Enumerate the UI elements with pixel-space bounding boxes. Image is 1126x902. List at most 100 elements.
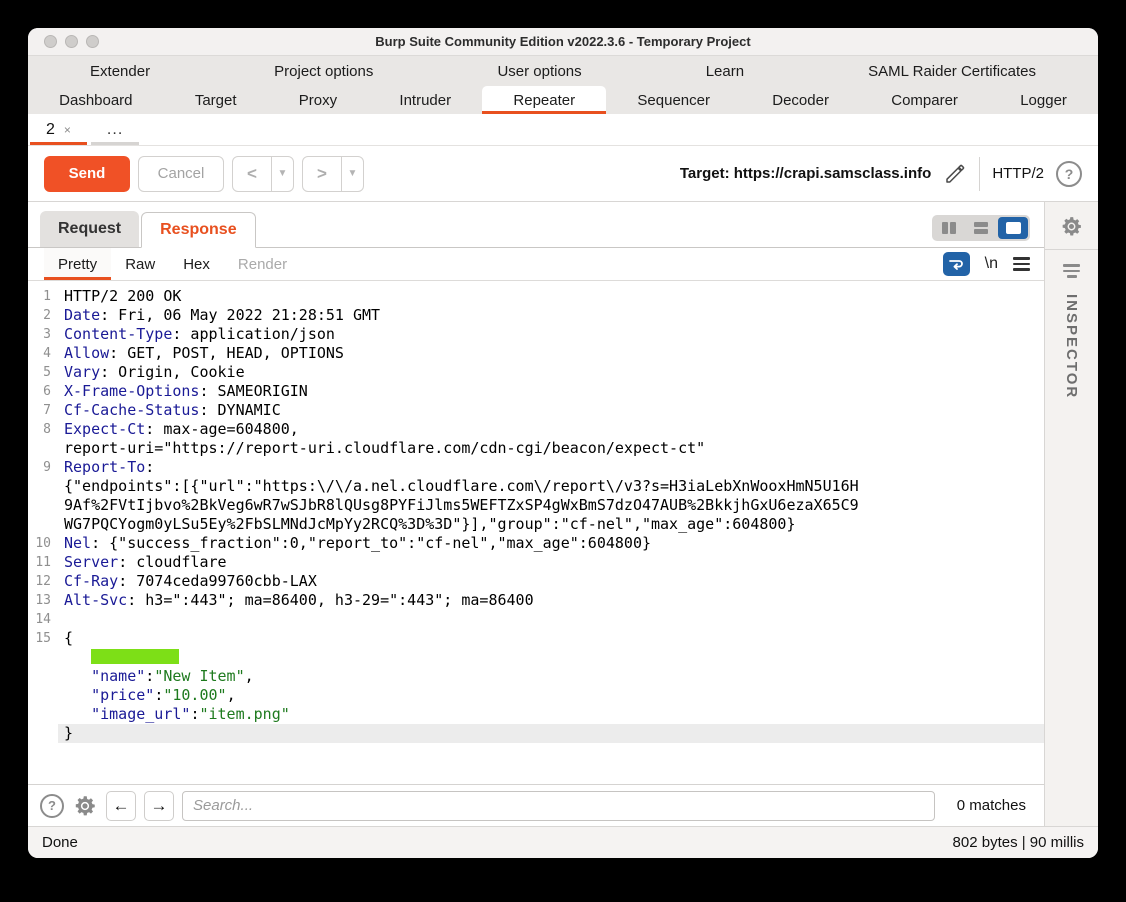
inspector-label[interactable]: INSPECTOR	[1063, 294, 1080, 399]
line-text: Allow: GET, POST, HEAD, OPTIONS	[64, 344, 344, 362]
new-session-tab[interactable]: ...	[89, 114, 141, 145]
editor-line[interactable]: 8 Expect-Ct: max-age=604800,	[28, 420, 1044, 439]
tab-learn[interactable]: Learn	[644, 56, 806, 86]
editor-line[interactable]: 6 X-Frame-Options: SAMEORIGIN	[28, 382, 1044, 401]
line-number: 1	[43, 289, 51, 304]
show-newlines-toggle[interactable]: \n	[985, 255, 998, 273]
line-number: 11	[35, 555, 51, 570]
view-tab-hex[interactable]: Hex	[169, 248, 224, 280]
back-icon[interactable]: <	[233, 157, 271, 191]
editor-line[interactable]: 14	[28, 610, 1044, 629]
editor-line[interactable]: 1 HTTP/2 200 OK	[28, 287, 1044, 306]
tab-user-options[interactable]: User options	[435, 56, 643, 86]
line-number	[28, 496, 58, 515]
layout-rows-button[interactable]	[966, 217, 996, 239]
tab-project-options[interactable]: Project options	[212, 56, 435, 86]
editor-line[interactable]	[28, 648, 1044, 667]
line-number: 4	[43, 346, 51, 361]
inspector-settings-gear-icon[interactable]	[1059, 214, 1084, 239]
editor-line[interactable]: 9 Report-To:	[28, 458, 1044, 477]
editor-menu-icon[interactable]	[1013, 257, 1030, 271]
editor-line[interactable]: }	[28, 724, 1044, 743]
line-text: }	[58, 724, 1044, 743]
send-button[interactable]: Send	[44, 155, 130, 192]
line-text: Server: cloudflare	[64, 553, 227, 571]
line-text: Nel: {"success_fraction":0,"report_to":"…	[64, 534, 652, 552]
editor-line[interactable]: 12 Cf-Ray: 7074ceda99760cbb-LAX	[28, 572, 1044, 591]
tab-decoder[interactable]: Decoder	[741, 86, 860, 114]
word-wrap-toggle-icon[interactable]	[942, 252, 970, 276]
tab-logger[interactable]: Logger	[989, 86, 1098, 114]
view-tab-render[interactable]: Render	[224, 248, 301, 280]
line-number: 8	[43, 422, 51, 437]
zoom-window-icon[interactable]	[86, 35, 99, 48]
tab-request[interactable]: Request	[40, 211, 140, 247]
previous-match-button[interactable]: ←	[106, 790, 136, 821]
editor-line[interactable]: {"endpoints":[{"url":"https:\/\/a.nel.cl…	[28, 477, 1044, 496]
help-icon[interactable]: ?	[1056, 160, 1082, 187]
layout-columns-button[interactable]	[934, 217, 964, 239]
editor-line[interactable]: 3 Content-Type: application/json	[28, 325, 1044, 344]
edit-target-pencil-icon[interactable]	[943, 162, 967, 186]
forward-dropdown-icon[interactable]: ▼	[341, 156, 363, 191]
line-text: X-Frame-Options: SAMEORIGIN	[64, 382, 308, 400]
tab-response[interactable]: Response	[141, 212, 256, 248]
view-tab-raw[interactable]: Raw	[111, 248, 169, 280]
history-forward-button[interactable]: > ▼	[302, 155, 364, 192]
session-tab-label: 2	[46, 120, 55, 138]
tab-sequencer[interactable]: Sequencer	[606, 86, 741, 114]
next-match-button[interactable]: →	[144, 790, 174, 821]
more-tabs-label: ...	[106, 120, 124, 138]
search-settings-gear-icon[interactable]	[72, 793, 98, 819]
line-number: 5	[43, 365, 51, 380]
editor-line[interactable]: 11 Server: cloudflare	[28, 553, 1044, 572]
cancel-button[interactable]: Cancel	[138, 155, 224, 192]
editor-line[interactable]: 2 Date: Fri, 06 May 2022 21:28:51 GMT	[28, 306, 1044, 325]
editor-line[interactable]: report-uri="https://report-uri.cloudflar…	[28, 439, 1044, 458]
tab-saml-raider-certificates[interactable]: SAML Raider Certificates	[806, 56, 1098, 86]
search-help-icon[interactable]: ?	[40, 793, 64, 818]
editor-line[interactable]: "image_url":"item.png"	[28, 705, 1044, 724]
forward-icon[interactable]: >	[303, 157, 341, 191]
response-editor[interactable]: 1 HTTP/2 200 OK 2 Date: Fri, 06 May 2022 21…	[28, 281, 1044, 784]
inspector-collapse-icon[interactable]	[1063, 264, 1080, 278]
tab-proxy[interactable]: Proxy	[268, 86, 369, 114]
close-tab-icon[interactable]: ×	[64, 123, 71, 137]
line-text: Cf-Ray: 7074ceda99760cbb-LAX	[64, 572, 317, 590]
match-count: 0 matches	[956, 797, 1026, 814]
tab-row-primary: Dashboard Target Proxy Intruder Repeater Sequ…	[28, 86, 1098, 114]
titlebar: Burp Suite Community Edition v2022.3.6 -…	[28, 28, 1098, 56]
history-back-button[interactable]: < ▼	[232, 155, 294, 192]
tab-extender[interactable]: Extender	[28, 56, 212, 86]
editor-line[interactable]: "name":"New Item",	[28, 667, 1044, 686]
editor-line[interactable]: 5 Vary: Origin, Cookie	[28, 363, 1044, 382]
close-window-icon[interactable]	[44, 35, 57, 48]
http-version-label: HTTP/2	[992, 165, 1044, 182]
editor-line[interactable]: 13 Alt-Svc: h3=":443"; ma=86400, h3-29=":…	[28, 591, 1044, 610]
search-input[interactable]	[182, 790, 935, 821]
session-tab-2[interactable]: 2 ×	[28, 114, 89, 145]
editor-line[interactable]: "price":"10.00",	[28, 686, 1044, 705]
status-text: Done	[42, 834, 78, 851]
line-text: report-uri="https://report-uri.cloudflar…	[64, 439, 706, 457]
tab-target[interactable]: Target	[164, 86, 268, 114]
line-text: WG7PQCYogm0yLSu5Ey%2FbSLMNdJcMpYy2RCQ%3D…	[64, 515, 796, 533]
editor-line[interactable]: 9Af%2FVtIjbvo%2BkVeg6wR7wSJbR8lQUsg8PYFi…	[28, 496, 1044, 515]
editor-line[interactable]: 7 Cf-Cache-Status: DYNAMIC	[28, 401, 1044, 420]
tab-comparer[interactable]: Comparer	[860, 86, 989, 114]
editor-line[interactable]: 4 Allow: GET, POST, HEAD, OPTIONS	[28, 344, 1044, 363]
layout-toggle-group	[932, 215, 1030, 241]
tab-dashboard[interactable]: Dashboard	[28, 86, 164, 114]
editor-line[interactable]: WG7PQCYogm0yLSu5Ey%2FbSLMNdJcMpYy2RCQ%3D…	[28, 515, 1044, 534]
minimize-window-icon[interactable]	[65, 35, 78, 48]
editor-line[interactable]: 10 Nel: {"success_fraction":0,"report_to"…	[28, 534, 1044, 553]
editor-line[interactable]: 15 {	[28, 629, 1044, 648]
layout-single-button[interactable]	[998, 217, 1028, 239]
tab-intruder[interactable]: Intruder	[368, 86, 482, 114]
view-tab-pretty[interactable]: Pretty	[44, 248, 112, 280]
tab-repeater[interactable]: Repeater	[482, 86, 607, 114]
back-dropdown-icon[interactable]: ▼	[271, 156, 293, 191]
line-number: 6	[43, 384, 51, 399]
line-text: Expect-Ct: max-age=604800,	[64, 420, 299, 438]
editor-search-bar: ? ← → 0 matches	[28, 784, 1044, 826]
